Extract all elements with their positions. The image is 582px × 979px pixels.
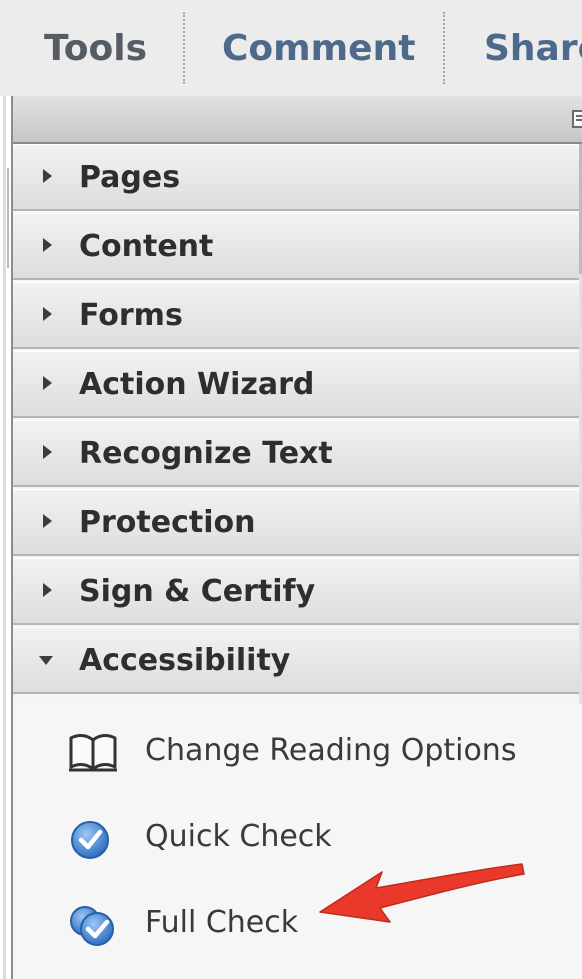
expand-triangle-icon	[43, 514, 52, 528]
tool-label: Quick Check	[145, 819, 332, 854]
tab-separator	[183, 12, 185, 84]
section-label: Accessibility	[79, 643, 291, 678]
section-forms[interactable]: Forms	[13, 282, 579, 349]
section-label: Recognize Text	[79, 436, 333, 471]
collapse-triangle-icon	[39, 656, 53, 665]
book-icon	[69, 734, 117, 772]
section-content[interactable]: Content	[13, 213, 579, 280]
section-label: Action Wizard	[79, 367, 315, 402]
panel-options-icon[interactable]	[572, 110, 582, 128]
annotation-arrow-icon	[319, 863, 525, 923]
accessibility-tools-list: Change Reading Options Quick Check Full …	[13, 704, 582, 979]
tab-share[interactable]: Share	[484, 14, 582, 84]
section-pages[interactable]: Pages	[13, 144, 579, 211]
tool-label: Full Check	[145, 905, 299, 940]
expand-triangle-icon	[43, 238, 52, 252]
section-label: Sign & Certify	[79, 574, 316, 609]
top-tab-bar: Tools Comment Share	[0, 0, 582, 96]
check-circle-icon	[71, 821, 109, 859]
pane-divider-handle[interactable]	[7, 168, 9, 268]
expand-triangle-icon	[43, 376, 52, 390]
section-accessibility[interactable]: Accessibility	[13, 627, 579, 694]
tool-label: Change Reading Options	[145, 733, 517, 768]
section-label: Content	[79, 229, 214, 264]
expand-triangle-icon	[43, 307, 52, 321]
section-action-wizard[interactable]: Action Wizard	[13, 351, 579, 418]
tools-panel: Pages Content Forms Action Wizard Recogn…	[11, 96, 582, 979]
section-label: Forms	[79, 298, 183, 333]
expand-triangle-icon	[43, 169, 52, 183]
tab-comment[interactable]: Comment	[222, 14, 415, 84]
double-check-circle-icon	[70, 906, 114, 946]
section-protection[interactable]: Protection	[13, 489, 579, 556]
tab-separator	[443, 12, 445, 84]
section-sign-certify[interactable]: Sign & Certify	[13, 558, 579, 625]
expand-triangle-icon	[43, 445, 52, 459]
pane-divider	[3, 96, 6, 979]
section-recognize-text[interactable]: Recognize Text	[13, 420, 579, 487]
section-label: Protection	[79, 505, 256, 540]
tool-change-reading-options[interactable]: Change Reading Options	[13, 721, 573, 781]
panel-header	[13, 96, 582, 144]
section-label: Pages	[79, 160, 181, 195]
tab-tools[interactable]: Tools	[44, 14, 147, 84]
expand-triangle-icon	[43, 583, 52, 597]
